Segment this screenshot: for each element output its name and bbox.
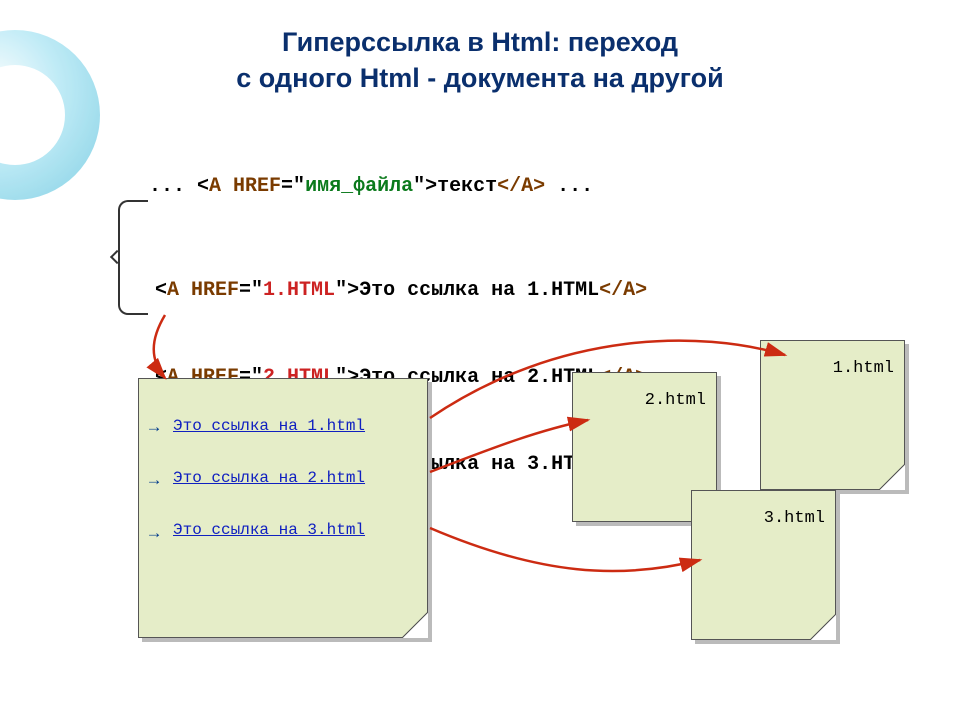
syntax-prefix: ... < [149,175,209,198]
page-fold-icon [810,614,836,640]
target-page-label: 1.html [771,359,894,378]
curly-brace [118,200,148,315]
syntax-close-attr: "> [413,175,437,198]
arrow-icon: → [149,525,159,544]
title-line-1: Гиперссылка в Html: переход [282,27,678,57]
page-fold-icon [879,464,905,490]
syntax-suffix: ... [545,175,593,198]
syntax-eq: =" [281,175,305,198]
rendered-link: Это ссылка на 2.html [173,469,413,487]
arrow-icon: → [149,419,159,438]
syntax-inner-text: текст [437,175,497,198]
syntax-placeholder: имя_файла [305,175,413,198]
syntax-template: ... <A HREF="имя_файла">текст</A> ... [125,152,593,198]
source-page: → Это ссылка на 1.html → Это ссылка на 2… [138,378,428,638]
example-line: <A HREF="1.HTML">Это ссылка на 1.HTML</A… [155,276,647,305]
arrow-curve [430,528,700,571]
rendered-link: Это ссылка на 1.html [173,417,413,435]
rendered-link: Это ссылка на 3.html [173,521,413,539]
page-fold-icon [402,612,428,638]
target-page-label: 3.html [702,509,825,528]
syntax-tag: A HREF [209,175,281,198]
slide-title: Гиперссылка в Html: переход с одного Htm… [0,24,960,97]
arrow-icon: → [149,472,159,491]
target-page-1: 1.html [760,340,905,490]
title-line-2: с одного Html - документа на другой [236,63,723,93]
target-page-3: 3.html [691,490,836,640]
target-page-label: 2.html [583,391,706,410]
syntax-tag-close: </A> [497,175,545,198]
